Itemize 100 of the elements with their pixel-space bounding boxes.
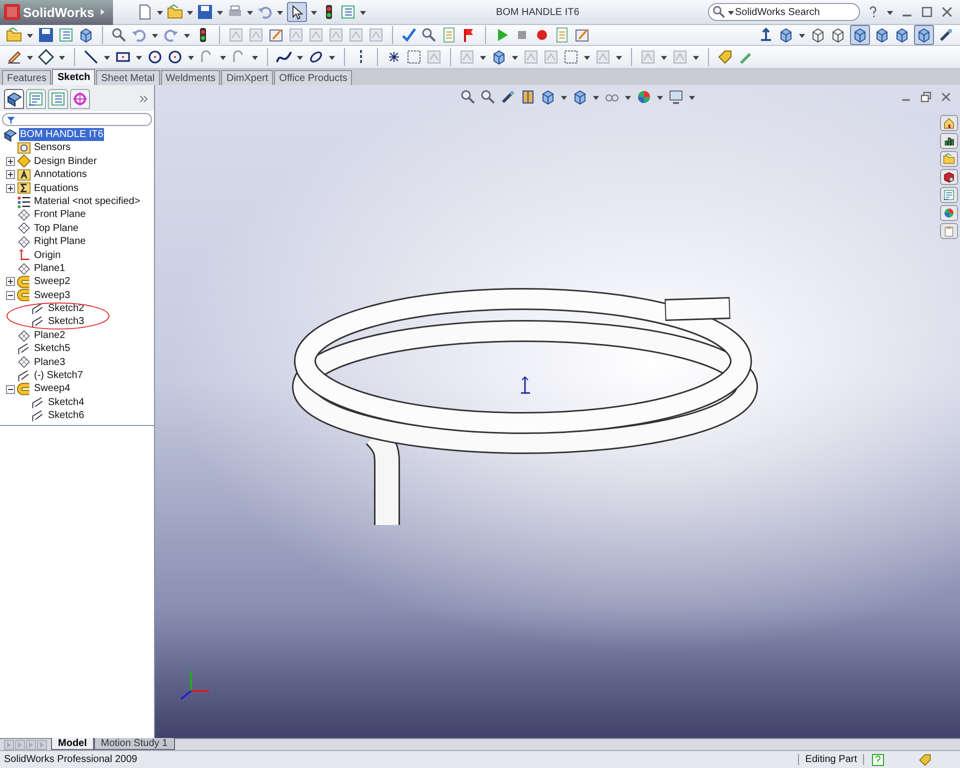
line-icon[interactable] [83, 49, 99, 65]
wireframe-cube-icon[interactable] [830, 27, 846, 43]
wand-icon[interactable] [500, 89, 516, 105]
caret-icon[interactable] [296, 53, 304, 61]
caret-icon[interactable] [511, 53, 519, 61]
rectangle-icon[interactable] [115, 49, 131, 65]
caret-icon[interactable] [660, 53, 668, 61]
cube-icon[interactable] [572, 89, 588, 105]
cube-icon[interactable] [852, 27, 868, 43]
list-icon[interactable] [58, 27, 74, 43]
magnifier-icon[interactable] [460, 89, 476, 105]
caret-icon[interactable] [26, 31, 34, 39]
book-icon[interactable] [520, 89, 536, 105]
magnifier-icon[interactable] [480, 89, 496, 105]
caret-icon[interactable] [103, 53, 111, 61]
expand-toggle-icon[interactable] [6, 277, 15, 286]
filter-icon[interactable] [6, 114, 16, 124]
expand-toggle-icon[interactable] [6, 156, 15, 166]
tree-item[interactable]: Sweep3 [33, 288, 72, 302]
circle-icon[interactable] [167, 49, 183, 65]
command-tab[interactable]: Weldments [160, 70, 220, 85]
cube-lens-icon[interactable] [940, 169, 958, 185]
colored-sphere-icon[interactable] [636, 89, 652, 105]
expand-toggle-icon[interactable] [6, 184, 15, 193]
clipboard-icon[interactable] [940, 223, 958, 239]
tree-item[interactable]: Sketch5 [33, 342, 72, 356]
caret-icon[interactable] [692, 53, 700, 61]
search-field[interactable]: SolidWorks Search [708, 3, 860, 21]
record-icon[interactable] [534, 27, 550, 43]
maximize-icon[interactable] [920, 5, 934, 19]
tree-item[interactable]: Annotations [33, 168, 88, 182]
list-icon[interactable] [340, 4, 356, 20]
grid-icon[interactable] [563, 49, 579, 65]
caret-icon[interactable] [186, 8, 194, 16]
sketch-pencil-icon[interactable] [6, 49, 22, 65]
magnifier-icon[interactable] [111, 27, 127, 43]
tree-item[interactable]: Plane3 [33, 356, 66, 370]
cube-icon[interactable] [894, 27, 910, 43]
caret-icon[interactable] [183, 31, 191, 39]
tree-item[interactable]: Front Plane [33, 208, 87, 222]
caret-icon[interactable] [246, 8, 254, 16]
caret-icon[interactable] [624, 93, 632, 101]
magnifier-icon[interactable] [421, 27, 437, 43]
monitor-icon[interactable] [668, 89, 684, 105]
caret-icon[interactable] [135, 53, 143, 61]
restore-icon[interactable] [920, 91, 932, 103]
caret-icon[interactable] [216, 8, 224, 16]
caret-icon[interactable] [886, 8, 894, 16]
check-mark-icon[interactable] [401, 27, 417, 43]
help-icon[interactable] [872, 754, 884, 766]
tree-item[interactable]: Sketch6 [47, 409, 86, 423]
document-icon[interactable] [441, 27, 457, 43]
close-icon[interactable] [940, 91, 952, 103]
document-icon[interactable] [554, 27, 570, 43]
caret-icon[interactable] [798, 31, 806, 39]
tree-item[interactable]: Design Binder [33, 154, 98, 168]
caret-icon[interactable] [359, 8, 368, 16]
wireframe-cube-icon[interactable] [810, 27, 826, 43]
caret-icon[interactable] [187, 53, 195, 61]
expand-toggle-icon[interactable] [6, 170, 15, 180]
cube-icon[interactable] [916, 27, 932, 43]
house-icon[interactable] [940, 115, 958, 131]
close-icon[interactable] [940, 5, 954, 19]
caret-icon[interactable] [479, 53, 487, 61]
tree-item[interactable]: Plane2 [33, 328, 66, 342]
grid-icon[interactable] [406, 49, 422, 65]
command-tab[interactable]: DimXpert [221, 70, 274, 85]
caret-icon[interactable] [310, 8, 318, 16]
tree-item[interactable]: Sketch2 [47, 302, 86, 316]
ellipse-icon[interactable] [308, 49, 324, 65]
caret-icon[interactable] [592, 93, 600, 101]
tree-item[interactable]: Origin [33, 248, 62, 262]
command-tab[interactable]: Features [2, 70, 52, 85]
cube-icon[interactable] [78, 27, 94, 43]
model-tab[interactable]: Model [51, 738, 94, 750]
caret-icon[interactable] [58, 53, 66, 61]
tree-item[interactable]: Right Plane [33, 235, 87, 249]
caret-icon[interactable] [583, 53, 591, 61]
crosshair-icon[interactable] [72, 91, 88, 107]
tree-item[interactable]: (-) Sketch7 [33, 369, 84, 382]
tree-item[interactable]: Sweep2 [33, 275, 72, 289]
caret-icon[interactable] [151, 31, 159, 39]
tree-item[interactable]: Top Plane [33, 222, 80, 236]
cube-icon[interactable] [778, 27, 794, 43]
command-tab[interactable]: Sketch [52, 69, 96, 85]
edit-document-icon[interactable] [268, 27, 284, 43]
model-tab[interactable]: Motion Study 1 [94, 738, 175, 750]
page-icon[interactable] [137, 4, 154, 20]
caret-icon[interactable] [276, 8, 284, 16]
collapse-toggle-icon[interactable] [6, 290, 15, 300]
spline-icon[interactable] [276, 49, 292, 65]
tree-item[interactable]: Plane1 [33, 262, 66, 276]
folder-icon[interactable] [6, 27, 22, 43]
dimension-tag-icon[interactable] [38, 49, 54, 65]
tree-item[interactable]: Material <not specified> [33, 194, 142, 208]
command-tab[interactable]: Sheet Metal [96, 70, 160, 85]
bar-chart-icon[interactable] [940, 133, 958, 149]
tree-item[interactable]: Sketch4 [47, 396, 86, 410]
tag-icon[interactable] [918, 752, 932, 766]
cube-icon[interactable] [874, 27, 890, 43]
